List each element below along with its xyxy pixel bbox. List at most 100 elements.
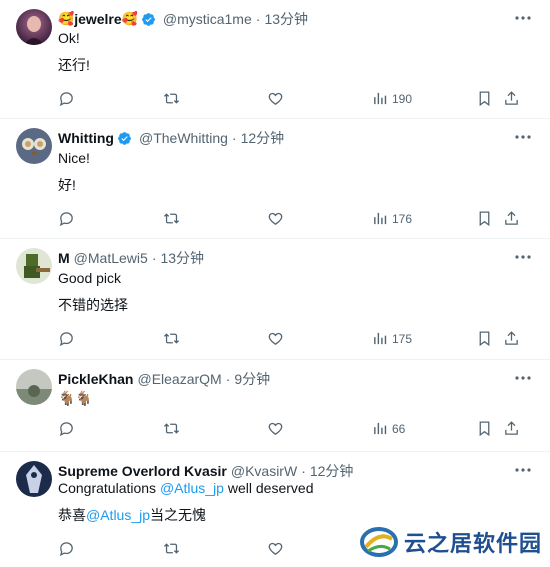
- watermark: 云之居软件园: [360, 522, 545, 562]
- retweet-icon: [163, 423, 180, 434]
- tweet-text: 好!: [58, 177, 76, 193]
- mention-link[interactable]: @Atlus_jp: [86, 507, 150, 523]
- avatar[interactable]: [16, 369, 52, 405]
- bookmark-button[interactable]: [476, 210, 493, 227]
- retweet-icon: [163, 333, 180, 344]
- tweet-item[interactable]: 🥰 jewelre 🥰 @mystica1me · 13分钟 Ok! 还行! 1…: [0, 0, 550, 119]
- like-button[interactable]: [267, 330, 284, 347]
- action-bar: 176: [0, 210, 550, 230]
- timestamp[interactable]: 12分钟: [310, 461, 354, 481]
- bookmark-button[interactable]: [476, 90, 493, 107]
- separator-dot: ·: [231, 130, 237, 146]
- bookmark-button[interactable]: [476, 420, 493, 437]
- avatar[interactable]: [16, 128, 52, 164]
- reply-button[interactable]: [58, 210, 75, 227]
- retweet-icon: [163, 543, 180, 554]
- share-button[interactable]: [503, 90, 520, 107]
- like-button[interactable]: [267, 540, 284, 557]
- text-segment: 当之无愧: [150, 507, 207, 523]
- views-button[interactable]: 190: [372, 90, 412, 107]
- user-handle[interactable]: @KvasirW: [231, 463, 297, 479]
- like-icon: [268, 542, 283, 555]
- like-button[interactable]: [267, 210, 284, 227]
- share-button[interactable]: [503, 330, 520, 347]
- more-icon[interactable]: [514, 130, 532, 144]
- action-bar: 66: [0, 420, 550, 440]
- like-button[interactable]: [267, 420, 284, 437]
- avatar[interactable]: [16, 461, 52, 497]
- timestamp[interactable]: 9分钟: [234, 369, 270, 389]
- retweet-button[interactable]: [163, 90, 180, 107]
- text-segment: 恭喜: [58, 507, 86, 523]
- reply-button[interactable]: [58, 90, 75, 107]
- reply-feed: 🥰 jewelre 🥰 @mystica1me · 13分钟 Ok! 还行! 1…: [0, 0, 550, 567]
- reply-button[interactable]: [58, 330, 75, 347]
- more-icon[interactable]: [514, 11, 532, 25]
- tweet-text: Congratulations @Atlus_jp well deserved: [58, 480, 313, 496]
- view-count: 66: [392, 421, 406, 436]
- separator-dot: ·: [225, 371, 231, 387]
- tweet-text: Ok!: [58, 30, 80, 46]
- tweet-text: 恭喜@Atlus_jp当之无愧: [58, 505, 206, 525]
- tweet-header: PickleKhan @EleazarQM · 9分钟: [58, 369, 500, 389]
- views-icon: [374, 332, 387, 345]
- separator-dot: ·: [301, 463, 306, 479]
- mention-link[interactable]: @Atlus_jp: [160, 480, 224, 496]
- share-button[interactable]: [503, 420, 520, 437]
- display-name[interactable]: jewelre: [74, 11, 121, 27]
- view-count: 176: [392, 211, 413, 226]
- more-icon[interactable]: [514, 250, 532, 264]
- timestamp[interactable]: 12分钟: [241, 128, 285, 148]
- like-icon: [268, 92, 283, 105]
- retweet-button[interactable]: [163, 420, 180, 437]
- bookmark-icon: [479, 211, 490, 227]
- tweet-header: 🥰 jewelre 🥰 @mystica1me · 13分钟: [58, 9, 500, 29]
- like-icon: [268, 212, 283, 225]
- views-icon: [374, 212, 387, 225]
- views-button[interactable]: 176: [372, 210, 412, 227]
- more-icon[interactable]: [514, 371, 532, 385]
- more-icon[interactable]: [514, 463, 532, 477]
- separator-dot: ·: [151, 250, 157, 266]
- display-name[interactable]: Whitting: [58, 130, 114, 146]
- action-bar: 190: [0, 90, 550, 110]
- retweet-button[interactable]: [163, 540, 180, 557]
- user-handle[interactable]: @EleazarQM: [137, 371, 221, 387]
- tweet-header: Whitting @TheWhitting · 12分钟: [58, 128, 500, 148]
- user-handle[interactable]: @MatLewi5: [74, 250, 148, 266]
- bookmark-button[interactable]: [476, 330, 493, 347]
- timestamp[interactable]: 13分钟: [160, 248, 204, 268]
- share-icon: [505, 91, 518, 105]
- reply-button[interactable]: [58, 540, 75, 557]
- tweet-item[interactable]: M @MatLewi5 · 13分钟 Good pick 不错的选择 175: [0, 239, 550, 360]
- tweet-text: Nice!: [58, 150, 90, 166]
- retweet-icon: [163, 213, 180, 224]
- avatar[interactable]: [16, 9, 52, 45]
- reply-button[interactable]: [58, 420, 75, 437]
- retweet-button[interactable]: [163, 210, 180, 227]
- avatar[interactable]: [16, 248, 52, 284]
- tweet-item[interactable]: PickleKhan @EleazarQM · 9分钟 🐐🐐 66: [0, 360, 550, 452]
- text-segment: well deserved: [223, 480, 314, 496]
- display-name[interactable]: PickleKhan: [58, 371, 133, 387]
- action-bar: 175: [0, 330, 550, 350]
- tweet-header: Supreme Overlord Kvasir @KvasirW · 12分钟: [58, 461, 500, 481]
- name-emoji: 🥰: [121, 11, 138, 26]
- views-button[interactable]: 175: [372, 330, 412, 347]
- view-count: 190: [392, 91, 413, 106]
- views-button[interactable]: 66: [372, 420, 405, 437]
- user-handle[interactable]: @mystica1me: [163, 11, 252, 27]
- tweet-text: 不错的选择: [58, 297, 128, 313]
- like-button[interactable]: [267, 90, 284, 107]
- timestamp[interactable]: 13分钟: [264, 9, 308, 29]
- display-name[interactable]: M: [58, 250, 70, 266]
- retweet-button[interactable]: [163, 330, 180, 347]
- reply-icon: [59, 542, 73, 557]
- display-name[interactable]: Supreme Overlord Kvasir: [58, 463, 227, 479]
- user-handle[interactable]: @TheWhitting: [139, 130, 228, 146]
- reply-icon: [59, 92, 73, 107]
- share-button[interactable]: [503, 210, 520, 227]
- tweet-item[interactable]: Whitting @TheWhitting · 12分钟 Nice! 好! 17…: [0, 119, 550, 239]
- share-icon: [505, 211, 518, 225]
- bookmark-icon: [479, 421, 490, 437]
